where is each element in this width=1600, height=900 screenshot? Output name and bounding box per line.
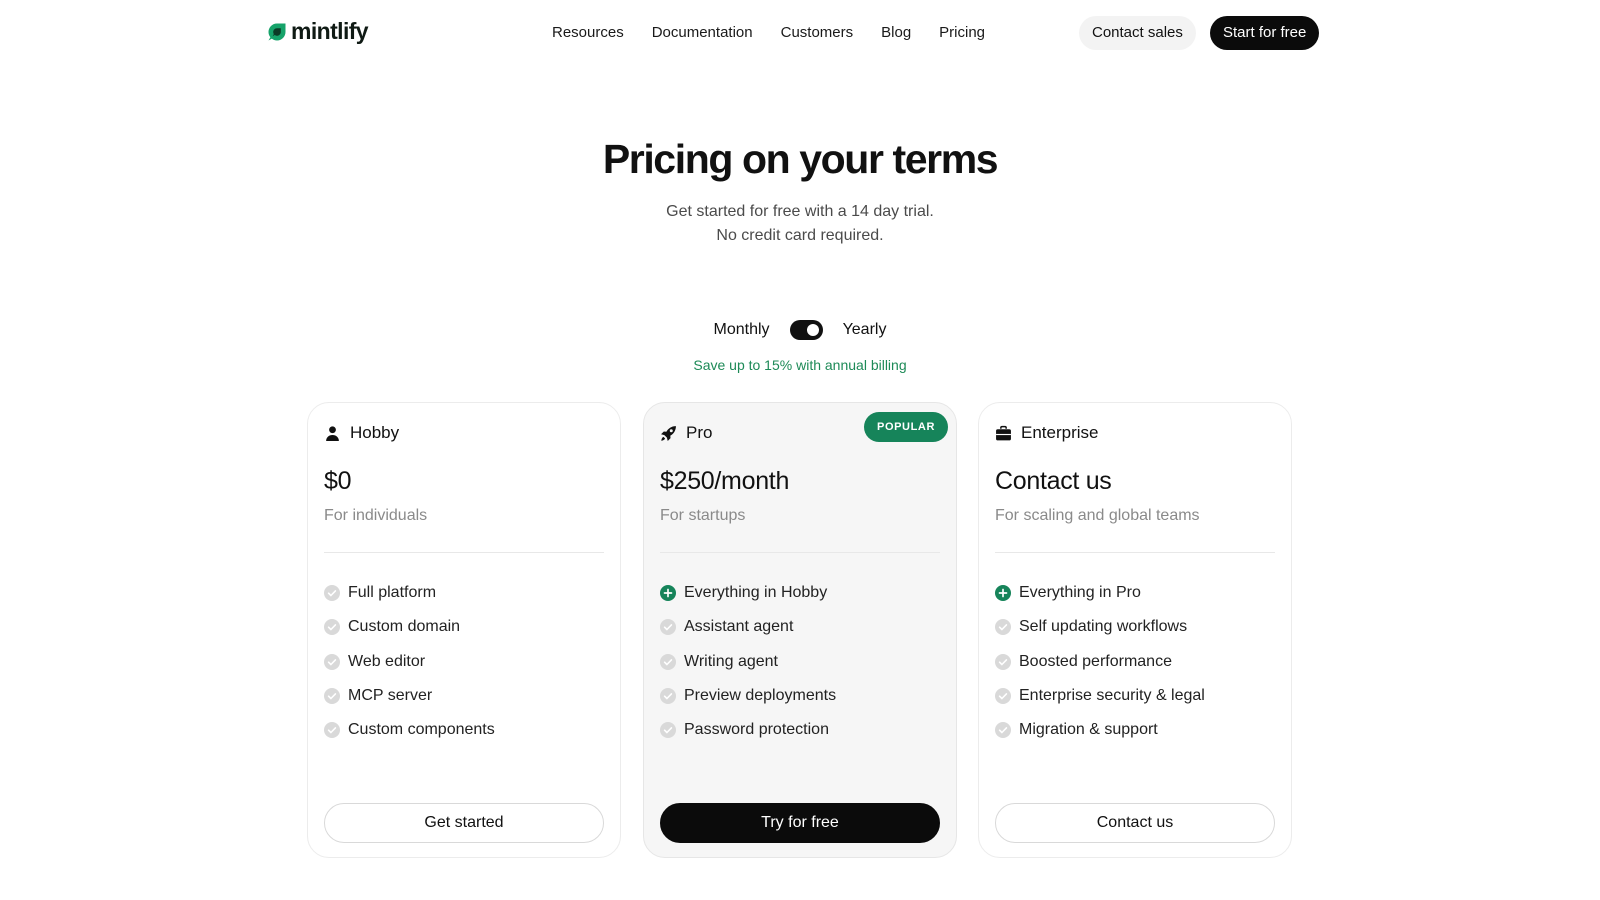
plan-description: For individuals bbox=[324, 507, 428, 524]
feature-item: MCP server bbox=[324, 679, 495, 713]
plan-name: Hobby bbox=[350, 423, 400, 442]
check-circle-icon bbox=[995, 722, 1011, 739]
plan-card-enterprise: Enterprise Contact us For scaling and gl… bbox=[978, 402, 1292, 858]
check-circle-icon bbox=[995, 619, 1011, 636]
contact-us-button[interactable]: Contact us bbox=[995, 803, 1275, 843]
subtitle-line-2: No credit card required. bbox=[716, 227, 884, 244]
check-circle-icon bbox=[324, 585, 340, 602]
page-title: Pricing on your terms bbox=[602, 136, 999, 182]
feature-item: Custom domain bbox=[324, 610, 495, 644]
feature-text: Full platform bbox=[348, 584, 437, 602]
plan-name: Pro bbox=[686, 423, 713, 442]
nav-link-customers[interactable]: Customers bbox=[781, 22, 854, 44]
try-for-free-button[interactable]: Try for free bbox=[660, 803, 940, 843]
plan-card-pro: Pro POPULAR $250/month For startups Ever… bbox=[643, 402, 957, 858]
get-started-button[interactable]: Get started bbox=[324, 803, 604, 843]
feature-text: Assistant agent bbox=[684, 618, 794, 636]
divider bbox=[324, 552, 604, 553]
feature-item: Web editor bbox=[324, 645, 495, 679]
feature-item: Custom components bbox=[324, 713, 495, 747]
check-circle-icon bbox=[660, 619, 676, 636]
plan-price: $0 bbox=[324, 467, 352, 495]
feature-item: Everything in Hobby bbox=[660, 576, 836, 610]
check-circle-icon bbox=[324, 619, 340, 636]
start-for-free-button[interactable]: Start for free bbox=[1210, 16, 1320, 50]
feature-text: Preview deployments bbox=[684, 687, 837, 705]
nav-link-pricing[interactable]: Pricing bbox=[939, 22, 985, 44]
feature-item: Full platform bbox=[324, 576, 495, 610]
feature-text: Writing agent bbox=[684, 652, 778, 670]
plan-price: $250/month bbox=[660, 467, 790, 495]
page-subtitle: Get started for free with a 14 day trial… bbox=[0, 200, 1600, 248]
feature-item: Preview deployments bbox=[660, 679, 836, 713]
plan-price: Contact us bbox=[995, 467, 1112, 495]
check-circle-icon bbox=[324, 653, 340, 670]
check-circle-icon bbox=[324, 688, 340, 705]
plan-header: Hobby bbox=[324, 423, 399, 443]
check-circle-icon bbox=[995, 688, 1011, 705]
feature-text: MCP server bbox=[348, 687, 433, 705]
plus-circle-icon bbox=[660, 585, 676, 602]
feature-item: Self updating workflows bbox=[995, 610, 1205, 644]
feature-text: Everything in Hobby bbox=[684, 584, 828, 602]
feature-text: Boosted performance bbox=[1019, 652, 1172, 670]
plan-header: Enterprise bbox=[995, 423, 1098, 443]
feature-list: Full platform Custom domain Web editor M… bbox=[324, 576, 495, 747]
nav-link-resources[interactable]: Resources bbox=[552, 22, 624, 44]
divider bbox=[995, 552, 1275, 553]
feature-item: Enterprise security & legal bbox=[995, 679, 1205, 713]
feature-text: Migration & support bbox=[1019, 721, 1158, 739]
feature-text: Web editor bbox=[348, 652, 426, 670]
plus-circle-icon bbox=[995, 585, 1011, 602]
feature-item: Assistant agent bbox=[660, 610, 836, 644]
logo[interactable]: mintlify bbox=[267, 18, 369, 45]
check-circle-icon bbox=[660, 722, 676, 739]
feature-text: Custom components bbox=[348, 721, 495, 739]
check-circle-icon bbox=[995, 653, 1011, 670]
subtitle-line-1: Get started for free with a 14 day trial… bbox=[666, 203, 934, 220]
main-nav: Resources Documentation Customers Blog P… bbox=[552, 22, 985, 44]
feature-list: Everything in Hobby Assistant agent Writ… bbox=[660, 576, 836, 747]
billing-monthly-label[interactable]: Monthly bbox=[714, 321, 770, 339]
briefcase-icon bbox=[996, 425, 1011, 440]
toggle-knob bbox=[806, 324, 819, 336]
feature-item: Password protection bbox=[660, 713, 836, 747]
feature-text: Custom domain bbox=[348, 618, 461, 636]
check-circle-icon bbox=[660, 653, 676, 670]
feature-item: Writing agent bbox=[660, 645, 836, 679]
billing-toggle-group: Monthly Yearly bbox=[0, 320, 1600, 340]
plan-header: Pro bbox=[660, 423, 712, 443]
plan-card-hobby: Hobby $0 For individuals Full platform C… bbox=[307, 402, 621, 858]
feature-item: Migration & support bbox=[995, 713, 1205, 747]
annual-savings-note: Save up to 15% with annual billing bbox=[693, 357, 907, 373]
mintlify-logo-icon bbox=[268, 23, 286, 40]
plan-name: Enterprise bbox=[1021, 423, 1099, 442]
feature-text: Password protection bbox=[684, 721, 829, 739]
feature-text: Self updating workflows bbox=[1019, 618, 1188, 636]
nav-link-documentation[interactable]: Documentation bbox=[652, 22, 753, 44]
billing-period-toggle[interactable] bbox=[789, 320, 823, 340]
plan-description: For startups bbox=[660, 507, 746, 524]
billing-yearly-label[interactable]: Yearly bbox=[843, 321, 887, 339]
feature-item: Boosted performance bbox=[995, 645, 1205, 679]
logo-text: mintlify bbox=[291, 18, 369, 44]
nav-link-blog[interactable]: Blog bbox=[881, 22, 911, 44]
plan-description: For scaling and global teams bbox=[995, 507, 1200, 524]
check-circle-icon bbox=[660, 688, 676, 705]
check-circle-icon bbox=[324, 722, 340, 739]
user-icon bbox=[326, 425, 339, 441]
feature-text: Enterprise security & legal bbox=[1019, 687, 1205, 705]
feature-text: Everything in Pro bbox=[1019, 584, 1141, 602]
divider bbox=[660, 552, 940, 553]
feature-item: Everything in Pro bbox=[995, 576, 1205, 610]
rocket-icon bbox=[661, 425, 676, 441]
popular-badge: POPULAR bbox=[864, 412, 948, 442]
feature-list: Everything in Pro Self updating workflow… bbox=[995, 576, 1205, 747]
contact-sales-button[interactable]: Contact sales bbox=[1079, 16, 1196, 50]
site-header: mintlify Resources Documentation Custome… bbox=[0, 0, 1600, 66]
